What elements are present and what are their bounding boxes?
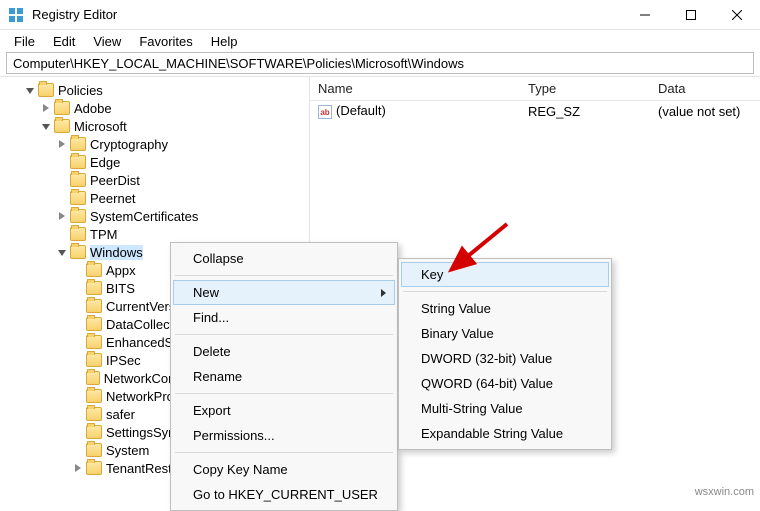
tree-item[interactable]: Peernet (90, 191, 136, 206)
expand-icon[interactable] (70, 461, 86, 475)
tree-item[interactable]: IPSec (106, 353, 141, 368)
string-value-icon: ab (318, 105, 332, 119)
menu-separator (175, 334, 393, 335)
folder-icon (86, 461, 102, 475)
expand-icon[interactable] (22, 83, 38, 97)
expand-icon[interactable] (54, 209, 70, 223)
menubar: File Edit View Favorites Help (0, 30, 760, 52)
folder-icon (86, 425, 102, 439)
folder-icon (86, 299, 102, 313)
value-name: (Default) (336, 103, 386, 118)
folder-icon (86, 371, 100, 385)
col-data[interactable]: Data (650, 81, 760, 96)
address-input[interactable] (6, 52, 754, 74)
menu-favorites[interactable]: Favorites (131, 32, 200, 51)
window-title: Registry Editor (32, 7, 622, 22)
submenu-qword[interactable]: QWORD (64-bit) Value (401, 371, 609, 396)
submenu-expandable-string[interactable]: Expandable String Value (401, 421, 609, 446)
menu-delete[interactable]: Delete (173, 339, 395, 364)
folder-icon (38, 83, 54, 97)
tree-item[interactable]: Cryptography (90, 137, 168, 152)
expand-icon[interactable] (54, 245, 70, 259)
context-menu: Collapse New Find... Delete Rename Expor… (170, 242, 398, 511)
folder-icon (70, 155, 86, 169)
values-header[interactable]: Name Type Data (310, 77, 760, 101)
tree-item[interactable]: Adobe (74, 101, 112, 116)
menu-export[interactable]: Export (173, 398, 395, 423)
tree-item-selected[interactable]: Windows (90, 245, 143, 260)
annotation-arrow (445, 220, 515, 283)
col-type[interactable]: Type (520, 81, 650, 96)
folder-icon (70, 245, 86, 259)
tree-item[interactable]: PeerDist (90, 173, 140, 188)
folder-icon (86, 443, 102, 457)
folder-icon (86, 263, 102, 277)
tree-item[interactable]: BITS (106, 281, 135, 296)
tree-item[interactable]: Appx (106, 263, 136, 278)
tree-item[interactable]: SystemCertificates (90, 209, 198, 224)
menu-help[interactable]: Help (203, 32, 246, 51)
minimize-button[interactable] (622, 0, 668, 30)
menu-copy-key-name[interactable]: Copy Key Name (173, 457, 395, 482)
folder-icon (54, 101, 70, 115)
menu-rename[interactable]: Rename (173, 364, 395, 389)
tree-item[interactable]: Microsoft (74, 119, 127, 134)
folder-icon (86, 335, 102, 349)
expand-icon[interactable] (54, 137, 70, 151)
menu-separator (175, 275, 393, 276)
submenu-binary[interactable]: Binary Value (401, 321, 609, 346)
menu-view[interactable]: View (85, 32, 129, 51)
watermark: wsxwin.com (695, 486, 754, 498)
tree-item[interactable]: TPM (90, 227, 117, 242)
tree-item[interactable]: Edge (90, 155, 120, 170)
context-submenu-new: Key String Value Binary Value DWORD (32-… (398, 258, 612, 450)
app-icon (8, 7, 24, 23)
submenu-dword[interactable]: DWORD (32-bit) Value (401, 346, 609, 371)
menu-edit[interactable]: Edit (45, 32, 83, 51)
col-name[interactable]: Name (310, 81, 520, 96)
menu-separator (403, 291, 607, 292)
submenu-multi-string[interactable]: Multi-String Value (401, 396, 609, 421)
maximize-button[interactable] (668, 0, 714, 30)
value-data: (value not set) (650, 104, 760, 119)
menu-find[interactable]: Find... (173, 305, 395, 330)
menu-file[interactable]: File (6, 32, 43, 51)
expand-icon[interactable] (38, 119, 54, 133)
submenu-string[interactable]: String Value (401, 296, 609, 321)
menu-separator (175, 393, 393, 394)
tree-item[interactable]: safer (106, 407, 135, 422)
tree-item[interactable]: System (106, 443, 149, 458)
menu-permissions[interactable]: Permissions... (173, 423, 395, 448)
folder-icon (86, 407, 102, 421)
close-button[interactable] (714, 0, 760, 30)
menu-new[interactable]: New (173, 280, 395, 305)
value-row[interactable]: ab (Default) REG_SZ (value not set) (310, 101, 760, 121)
folder-icon (86, 389, 102, 403)
value-type: REG_SZ (520, 104, 650, 119)
folder-icon (70, 209, 86, 223)
folder-icon (54, 119, 70, 133)
folder-icon (70, 173, 86, 187)
folder-icon (86, 281, 102, 295)
folder-icon (86, 317, 102, 331)
menu-separator (175, 452, 393, 453)
folder-icon (70, 137, 86, 151)
expand-icon[interactable] (38, 101, 54, 115)
tree-item[interactable]: Policies (58, 83, 103, 98)
folder-icon (70, 191, 86, 205)
folder-icon (86, 353, 102, 367)
menu-collapse[interactable]: Collapse (173, 246, 395, 271)
folder-icon (70, 227, 86, 241)
menu-goto-hkcu[interactable]: Go to HKEY_CURRENT_USER (173, 482, 395, 507)
